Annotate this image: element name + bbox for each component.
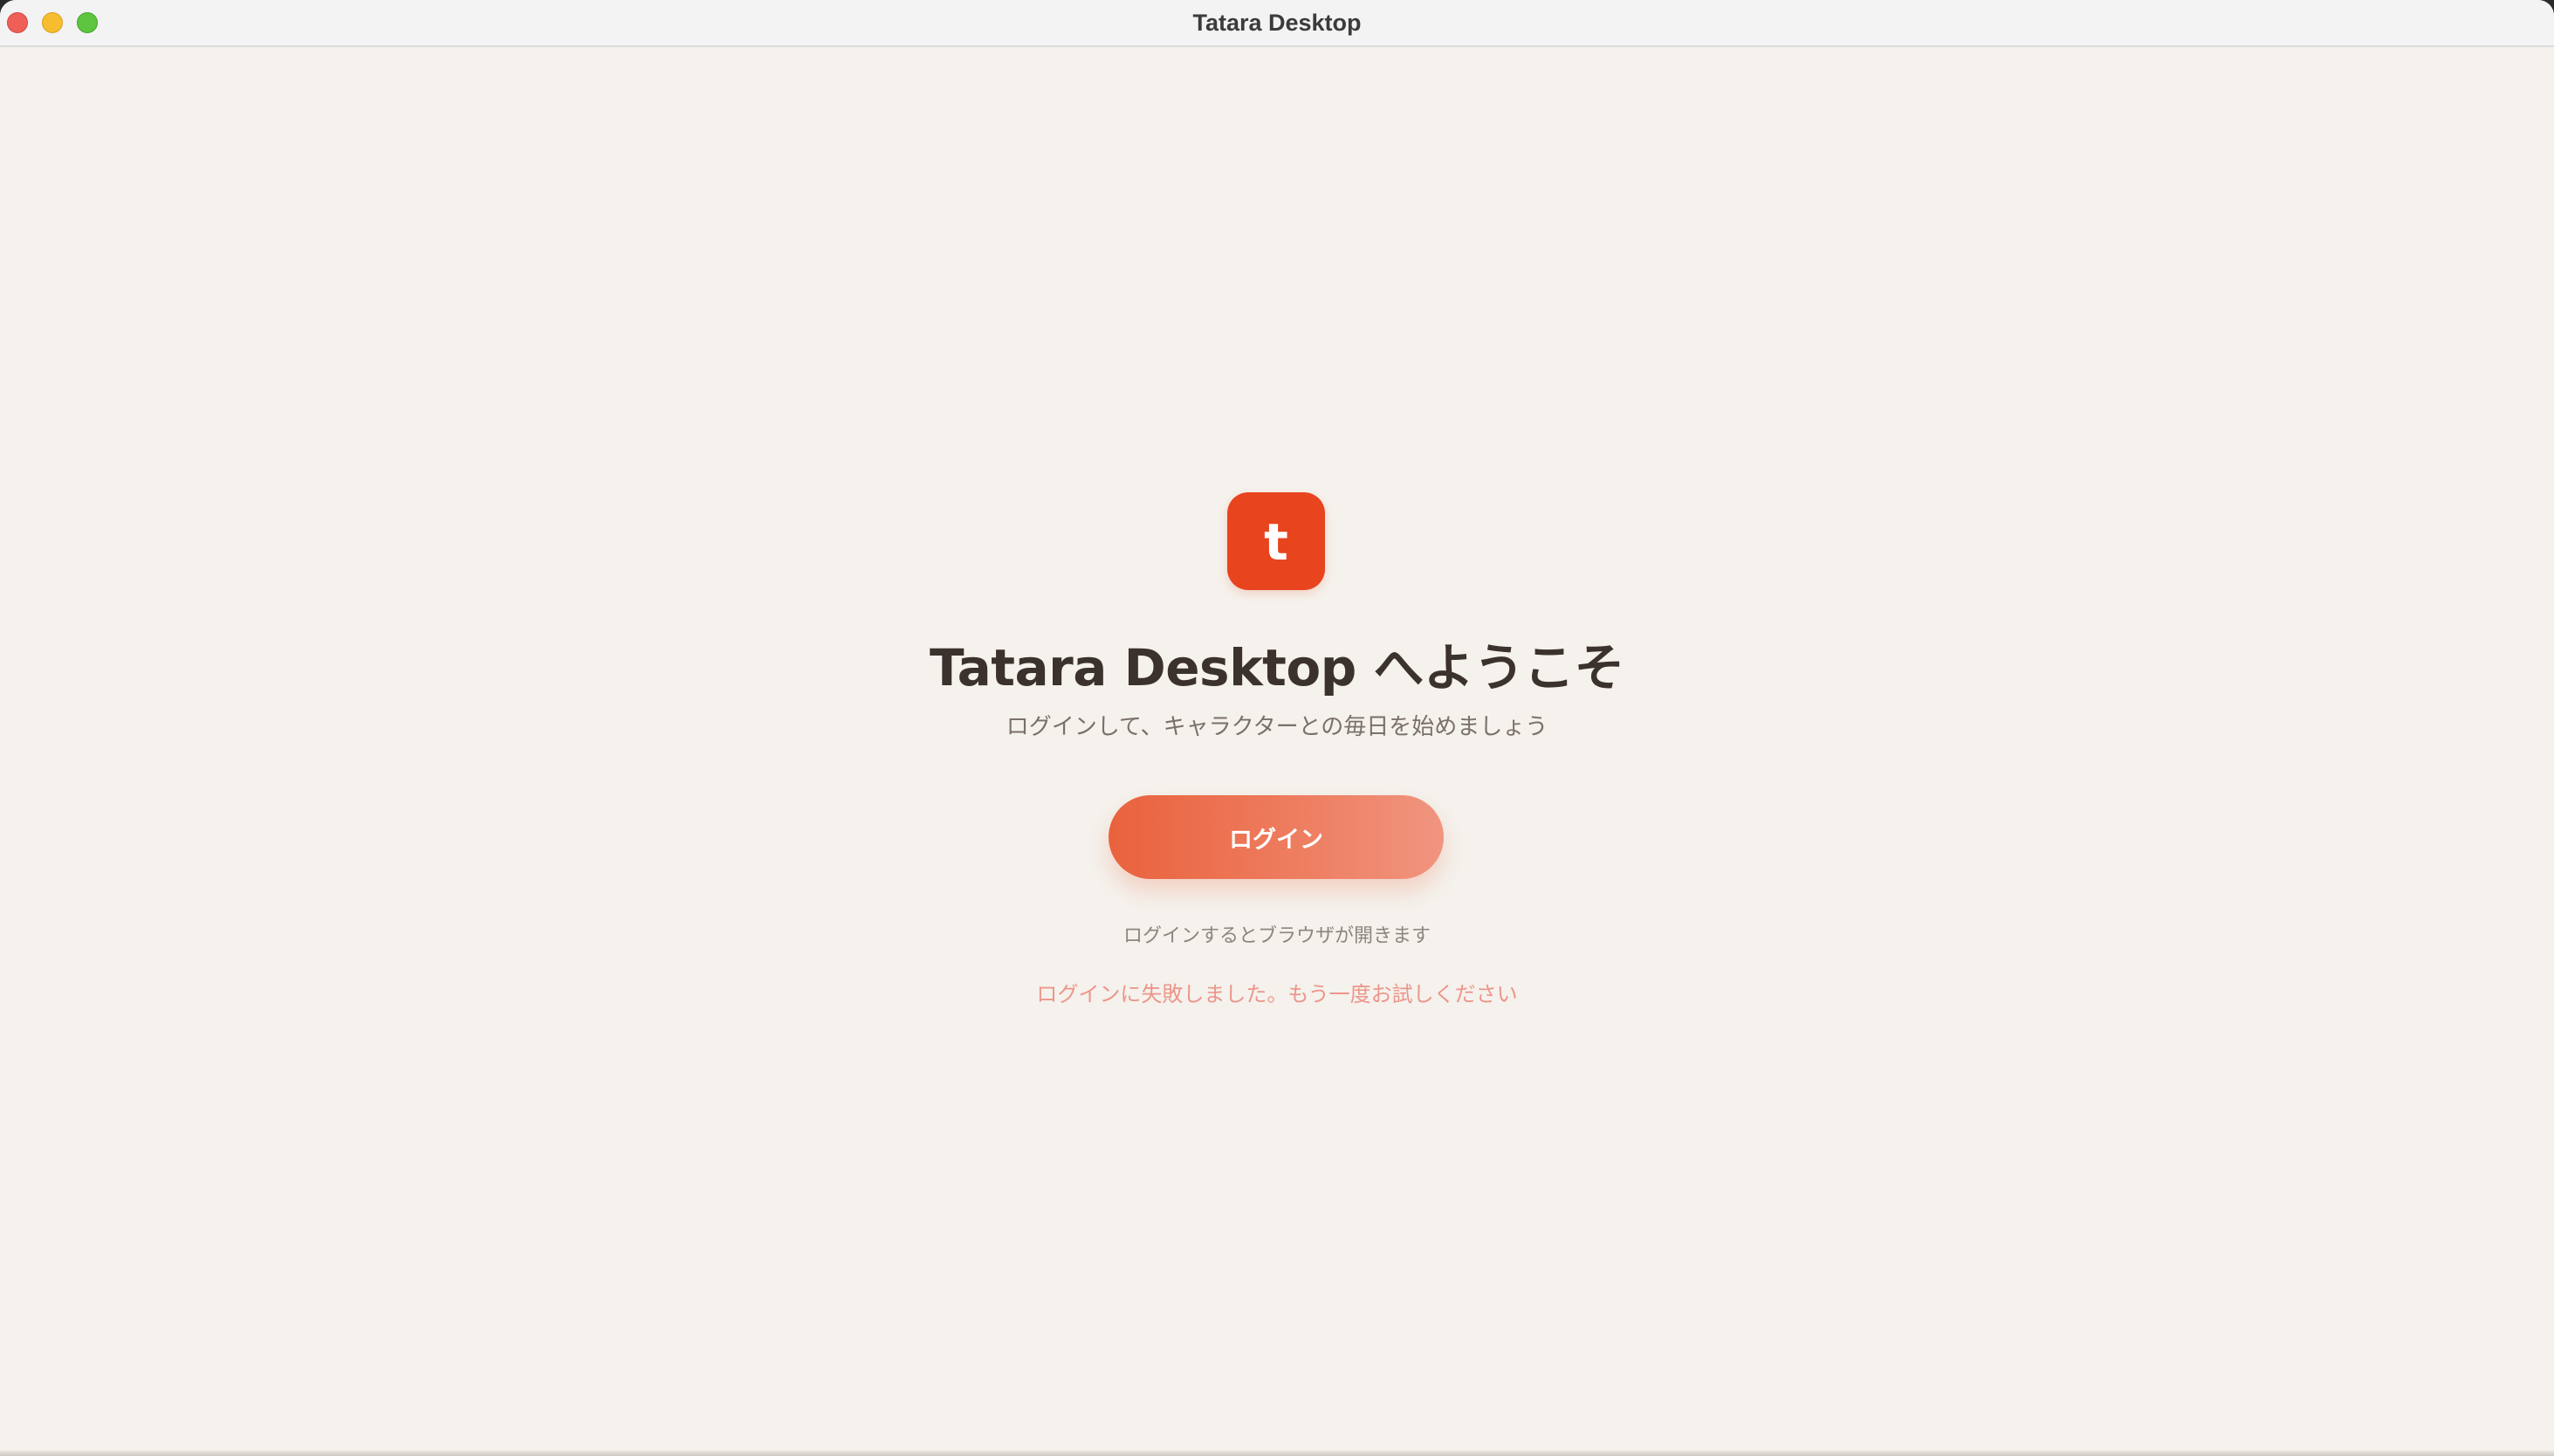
- welcome-subtitle: ログインして、キャラクターとの毎日を始めましょう: [1006, 714, 1548, 740]
- login-hint-text: ログインするとブラウザが開きます: [1123, 925, 1431, 947]
- login-screen: t Tatara Desktop へようこそ ログインして、キャラクターとの毎日…: [0, 47, 2554, 1456]
- app-window: Tatara Desktop t Tatara Desktop へようこそ ログ…: [0, 0, 2554, 1456]
- window-title: Tatara Desktop: [1192, 10, 1362, 36]
- app-logo-icon: t: [1227, 492, 1325, 590]
- window-bottom-edge: [0, 1451, 2554, 1456]
- title-bar[interactable]: Tatara Desktop: [0, 0, 2554, 47]
- app-logo-letter: t: [1264, 512, 1288, 572]
- login-error-message: ログインに失敗しました。もう一度お試しください: [1036, 982, 1518, 1006]
- welcome-title: Tatara Desktop へようこそ: [930, 638, 1624, 697]
- login-button[interactable]: ログイン: [1109, 795, 1444, 879]
